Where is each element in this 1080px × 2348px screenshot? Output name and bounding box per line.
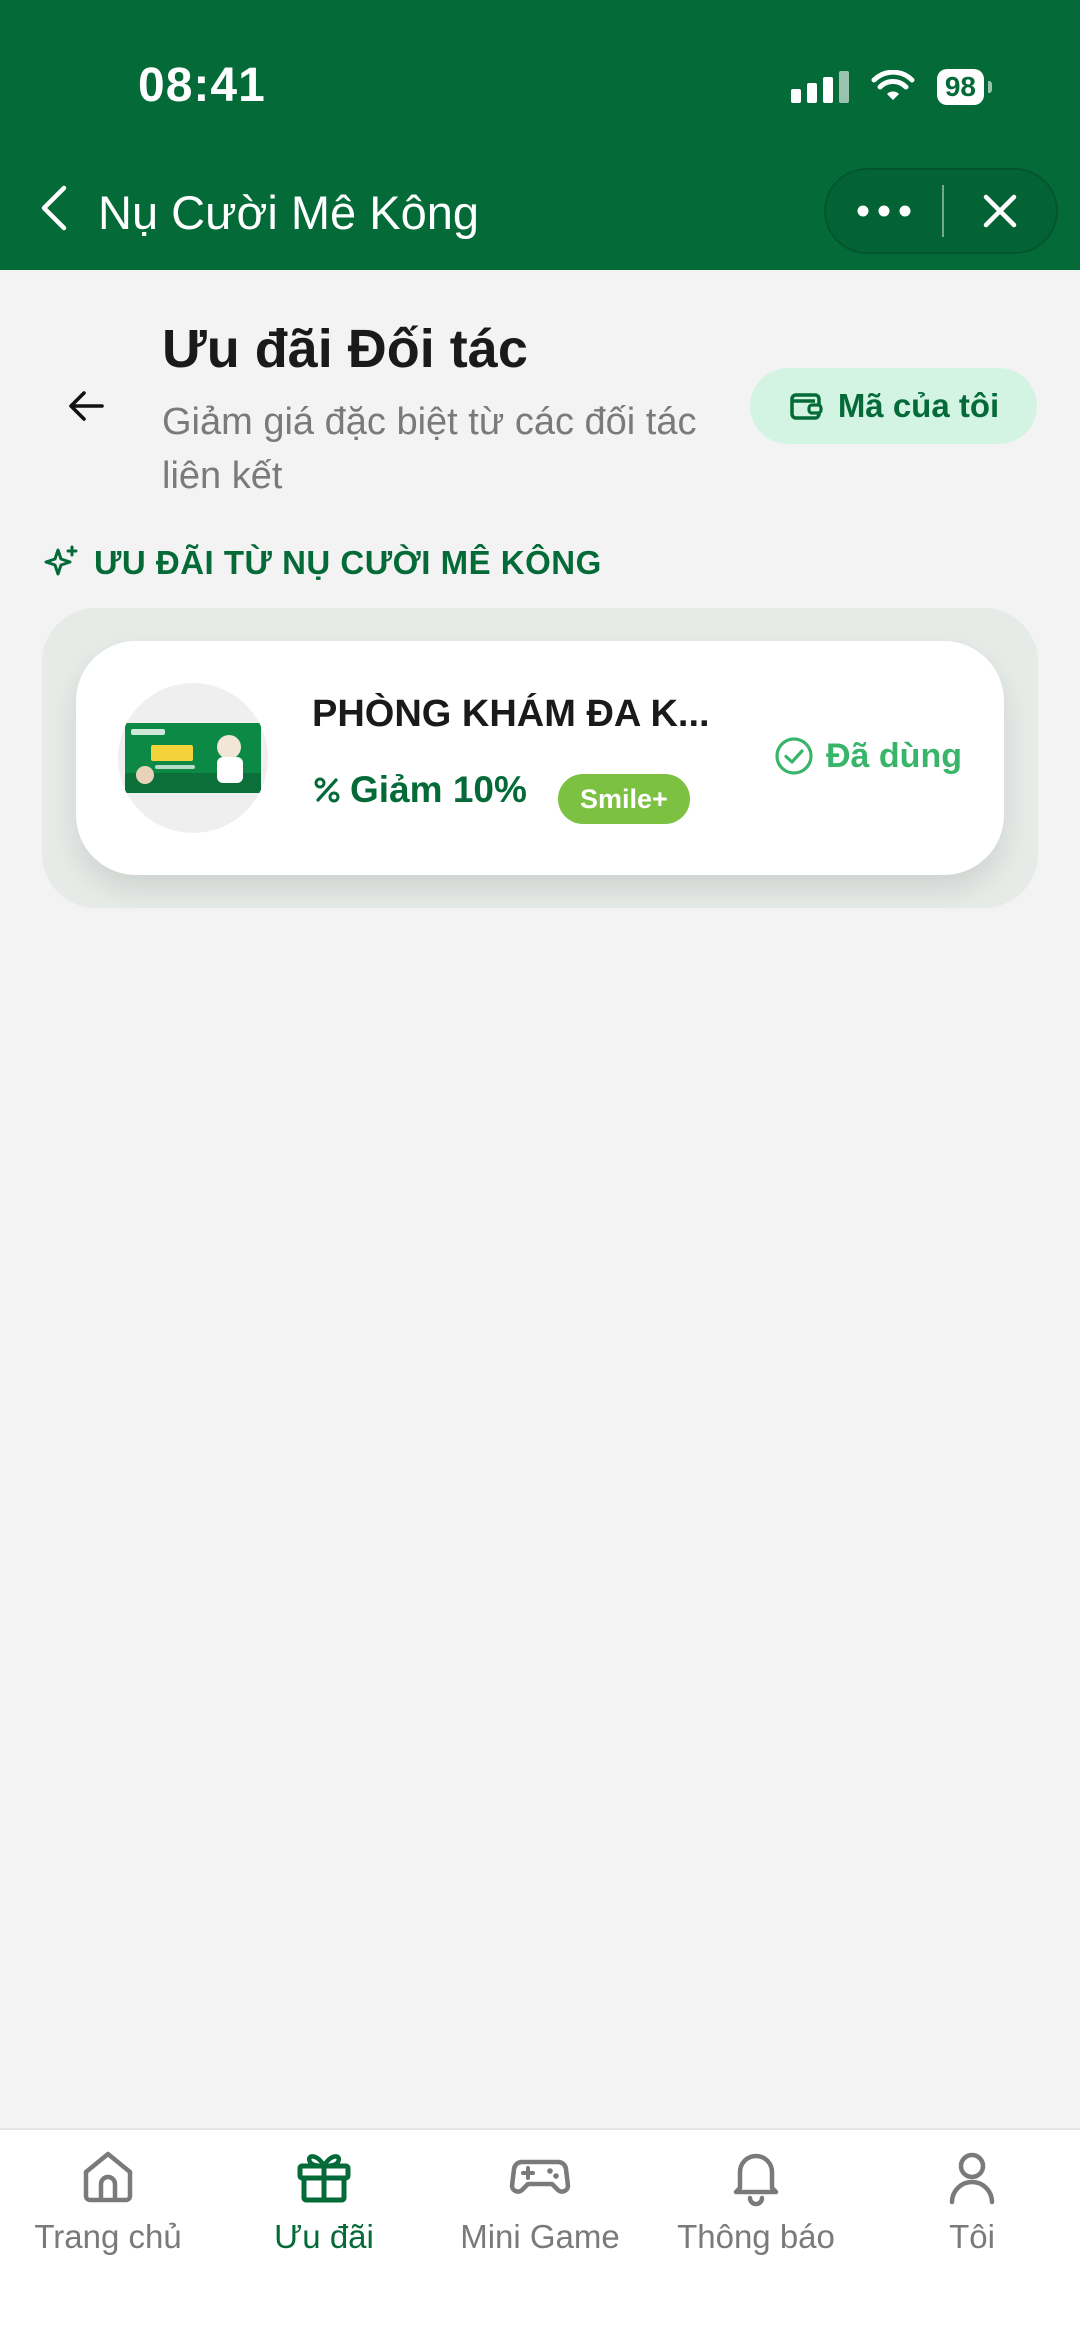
offer-card[interactable]: PHÒNG KHÁM ĐA K... Giảm 10% Smile+ Đã dù… (76, 641, 1004, 875)
tier-badge: Smile+ (558, 774, 690, 824)
tab-profile-label: Tôi (949, 2218, 995, 2255)
my-code-button[interactable]: Mã của tôi (750, 368, 1037, 444)
section-title: ƯU ĐÃI TỪ NỤ CƯỜI MÊ KÔNG (94, 544, 602, 581)
home-icon (83, 2151, 133, 2203)
mini-app-capsule (824, 168, 1058, 254)
sparkles-icon (44, 545, 78, 576)
wifi-icon (871, 70, 915, 100)
tab-offers-label: Ưu đãi (274, 2218, 374, 2255)
status-icons: 98 (790, 62, 993, 112)
section-header: ƯU ĐÃI TỪ NỤ CƯỜI MÊ KÔNG (42, 544, 602, 582)
voucher-banner-image (125, 723, 261, 793)
discount-label: Giảm 10% (350, 769, 527, 810)
page-subtitle: Giảm giá đặc biệt từ các đối tác liên kế… (162, 401, 697, 497)
status-time: 08:41 (138, 59, 266, 112)
discount-info: Giảm 10% (312, 769, 527, 811)
tab-home-label: Trang chủ (34, 2218, 182, 2255)
partner-logo (118, 683, 268, 833)
more-dots-icon (857, 205, 911, 217)
user-icon (949, 2152, 995, 2205)
gamepad-icon (509, 2159, 571, 2194)
bell-icon (733, 2153, 779, 2207)
app-title: Nụ Cười Mê Kông (98, 186, 479, 239)
partner-name: PHÒNG KHÁM ĐA K... (312, 693, 710, 735)
battery-indicator: 98 (936, 69, 993, 105)
used-status: Đã dùng (774, 736, 962, 776)
page-title: Ưu đãi Đối tác (162, 319, 528, 379)
tab-profile[interactable]: Tôi (867, 2144, 1077, 2256)
percent-icon (314, 777, 340, 803)
gift-icon (297, 2154, 351, 2203)
arrow-left-icon[interactable] (66, 386, 106, 426)
bottom-tab-bar: Trang chủ Ưu đãi Mini Game Thông báo Tôi (0, 2128, 1080, 2348)
tab-offers[interactable]: Ưu đãi (219, 2144, 429, 2256)
tab-minigame[interactable]: Mini Game (435, 2144, 645, 2256)
more-button[interactable] (826, 170, 942, 252)
tab-notifications-label: Thông báo (677, 2218, 835, 2255)
tab-notifications[interactable]: Thông báo (651, 2144, 861, 2256)
used-status-label: Đã dùng (826, 736, 962, 775)
close-button[interactable] (944, 170, 1056, 252)
app-header: 08:41 98 Nụ Cười Mê Kông (0, 0, 1080, 270)
check-circle-icon (775, 737, 813, 775)
back-chevron-icon[interactable] (38, 184, 70, 232)
signal-icon (790, 71, 849, 103)
wallet-icon (790, 393, 823, 420)
my-code-label: Mã của tôi (837, 387, 1000, 424)
tab-home[interactable]: Trang chủ (3, 2144, 213, 2256)
close-icon (983, 194, 1017, 228)
tab-minigame-label: Mini Game (460, 2218, 620, 2255)
